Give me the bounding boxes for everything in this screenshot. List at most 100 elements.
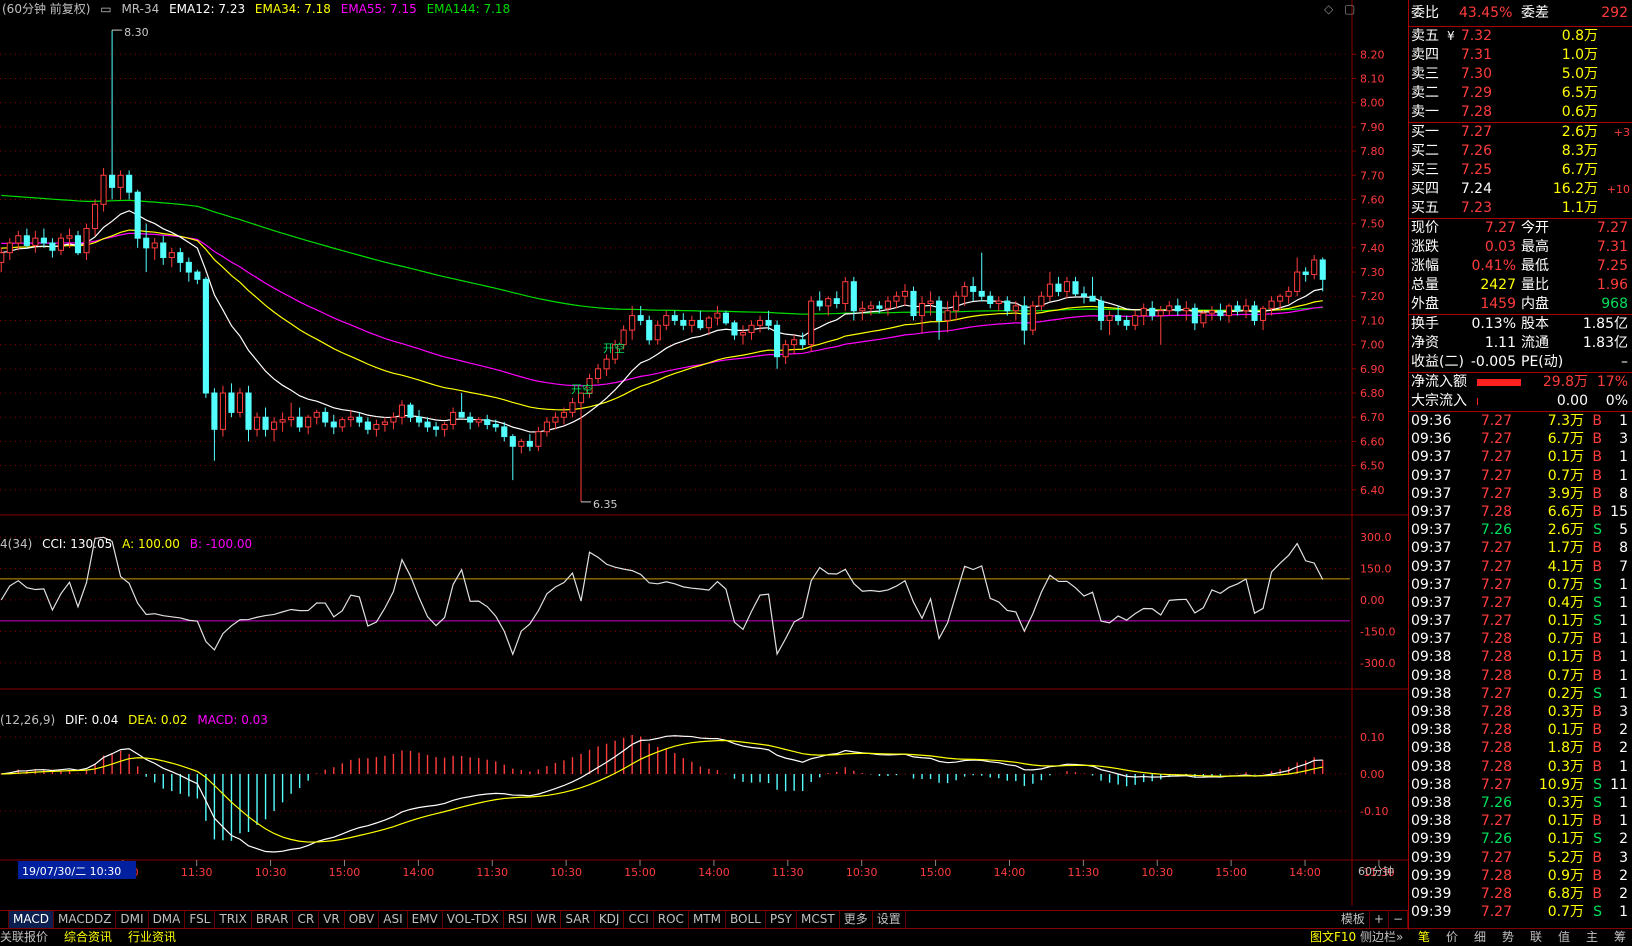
chart-svg[interactable]: 8.20 8.10 8.00 7.90 7.80 7.70 7.60 7.50 7.40 7.30… [0, 0, 1408, 906]
indicator-toggle-icon[interactable]: ▭ [100, 2, 111, 16]
ask-label: 卖二 [1411, 85, 1439, 101]
tick-price: 7.27 [1480, 594, 1512, 611]
indicator-tab-fsl[interactable]: FSL [185, 911, 216, 928]
ma-name[interactable]: MR-34 [121, 2, 159, 16]
tick-side: S [1593, 776, 1602, 793]
tick-volume: 0.1万 [1547, 449, 1584, 466]
candle-body [356, 416, 363, 423]
price-axis-label: 8.00 [1360, 97, 1385, 110]
quote-value: 1459 [1480, 296, 1516, 312]
indicator-tab-boll[interactable]: BOLL [726, 911, 766, 928]
macd-dea: DEA: 0.02 [128, 713, 188, 727]
indicator-tab-asi[interactable]: ASI [379, 911, 408, 928]
bottom-tab-2[interactable]: 行业资讯 [128, 929, 176, 946]
zoom-in-icon[interactable]: + [1370, 911, 1389, 928]
indicator-tab-vr[interactable]: VR [319, 911, 345, 928]
panel-tab-1[interactable]: 价 [1438, 929, 1466, 946]
indicator-tab-obv[interactable]: OBV [345, 911, 380, 928]
panel-tab-3[interactable]: 势 [1494, 929, 1522, 946]
candle-body [305, 416, 312, 428]
panel-tab-5[interactable]: 值 [1550, 929, 1578, 946]
candle-body [177, 252, 184, 263]
tick-row: 09:38 7.27 10.9万 S 11 [1409, 776, 1632, 794]
candle-body [1234, 305, 1241, 312]
indicator-tab-更多[interactable]: 更多 [840, 911, 873, 928]
indicator-tab-emv[interactable]: EMV [408, 911, 443, 928]
tick-volume: 0.1万 [1547, 613, 1584, 630]
macd-name[interactable]: (12,26,9) [0, 713, 55, 727]
tick-volume: 6.8万 [1547, 885, 1584, 902]
indicator-tab-vol-tdx[interactable]: VOL-TDX [443, 911, 504, 928]
panel-tab-0[interactable]: 笔 [1410, 929, 1438, 946]
indicator-tab-brar[interactable]: BRAR [252, 911, 294, 928]
indicator-tab-设置[interactable]: 设置 [873, 911, 906, 928]
indicator-tab-trix[interactable]: TRIX [215, 911, 252, 928]
cci-name[interactable]: 4(34) [0, 537, 32, 551]
zoom-out-icon[interactable]: − [1389, 911, 1408, 928]
indicator-tab-mtm[interactable]: MTM [689, 911, 726, 928]
indicator-tab-kdj[interactable]: KDJ [595, 911, 625, 928]
bid-price: 7.23 [1460, 200, 1492, 216]
bottom-tab-1[interactable]: 综合资讯 [64, 929, 112, 946]
tick-price: 7.27 [1480, 431, 1512, 448]
tick-count: 3 [1619, 849, 1628, 866]
ema55-label: EMA55: 7.15 [340, 2, 417, 16]
panel-tab-6[interactable]: 主 [1578, 929, 1606, 946]
ask-volume: 0.6万 [1561, 104, 1598, 120]
candle-body [49, 242, 56, 251]
template-button[interactable]: 模板 [1337, 911, 1370, 928]
tick-side: B [1592, 867, 1602, 884]
candle-body [901, 290, 909, 297]
tick-row: 09:37 7.27 0.7万 S 1 [1409, 576, 1632, 594]
tick-list[interactable]: 09:36 7.27 7.3万 B 1 09:36 7.27 6.7万 B 3 09:37 7.27 0… [1409, 411, 1632, 921]
indicator-tab-macddz[interactable]: MACDDZ [54, 911, 117, 928]
tick-volume: 4.1万 [1547, 558, 1584, 575]
candle-body [1302, 271, 1309, 275]
panel-tab-4[interactable]: 联 [1522, 929, 1550, 946]
tick-row: 09:37 7.27 0.1万 S 1 [1409, 612, 1632, 630]
stats-label: 流通 [1521, 335, 1549, 351]
indicator-tab-psy[interactable]: PSY [766, 911, 798, 928]
time-axis-label: 15:00 [624, 866, 656, 879]
cci-value: CCI: 130.05 [42, 537, 113, 551]
cci-axis-label: -150.0 [1360, 625, 1395, 638]
indicator-tab-mcst[interactable]: MCST [797, 911, 840, 928]
candle-body [467, 416, 474, 423]
time-axis-label: 11:30 [772, 866, 804, 879]
chart-area[interactable]: 8.20 8.10 8.00 7.90 7.80 7.70 7.60 7.50 7.40 7.30… [0, 0, 1408, 906]
panel-tab-2[interactable]: 细 [1466, 929, 1494, 946]
restore-window-icon[interactable]: ▢ [1344, 2, 1355, 16]
f10-button[interactable]: 图文F10 [1310, 929, 1356, 946]
candle-body [748, 324, 755, 334]
candle-body [1200, 312, 1207, 324]
indicator-tab-cr[interactable]: CR [293, 911, 320, 928]
tick-side: S [1593, 794, 1602, 811]
tick-time: 09:37 [1411, 522, 1452, 539]
indicator-tab-roc[interactable]: ROC [654, 911, 689, 928]
tick-count: 8 [1619, 540, 1628, 557]
candle-body [816, 300, 823, 307]
stats-row: 净资 1.11 流通 1.83亿 [1409, 334, 1632, 353]
tick-time: 09:38 [1411, 722, 1452, 739]
indicator-tab-macd[interactable]: MACD [9, 911, 54, 928]
indicator-tab-sar[interactable]: SAR [561, 911, 595, 928]
tick-price: 7.27 [1480, 558, 1512, 575]
stats-label: 收益(二) [1411, 354, 1464, 370]
panel-tab-7[interactable]: 筹 [1606, 929, 1632, 946]
tick-row: 09:37 7.28 0.7万 B 1 [1409, 630, 1632, 648]
stats-row: 换手 0.13% 股本 1.85亿 [1409, 315, 1632, 334]
bottom-tab-0[interactable]: 关联报价 [0, 929, 48, 946]
tick-row: 09:38 7.28 0.1万 B 2 [1409, 721, 1632, 739]
tick-volume: 0.2万 [1547, 685, 1584, 702]
indicator-tab-rsi[interactable]: RSI [504, 911, 533, 928]
indicator-tab-dmi[interactable]: DMI [116, 911, 149, 928]
candle-body [936, 300, 943, 321]
indicator-tab-cci[interactable]: CCI [624, 911, 654, 928]
candle-body [782, 344, 789, 358]
sidebar-toggle[interactable]: 侧边栏» [1360, 929, 1403, 946]
indicator-tab-dma[interactable]: DMA [149, 911, 186, 928]
indicator-tab-wr[interactable]: WR [532, 911, 562, 928]
diamond-icon[interactable]: ◇ [1324, 2, 1333, 16]
bid-volume: 6.7万 [1561, 162, 1598, 178]
ask-row: 卖二 7.29 6.5万 [1409, 84, 1632, 103]
